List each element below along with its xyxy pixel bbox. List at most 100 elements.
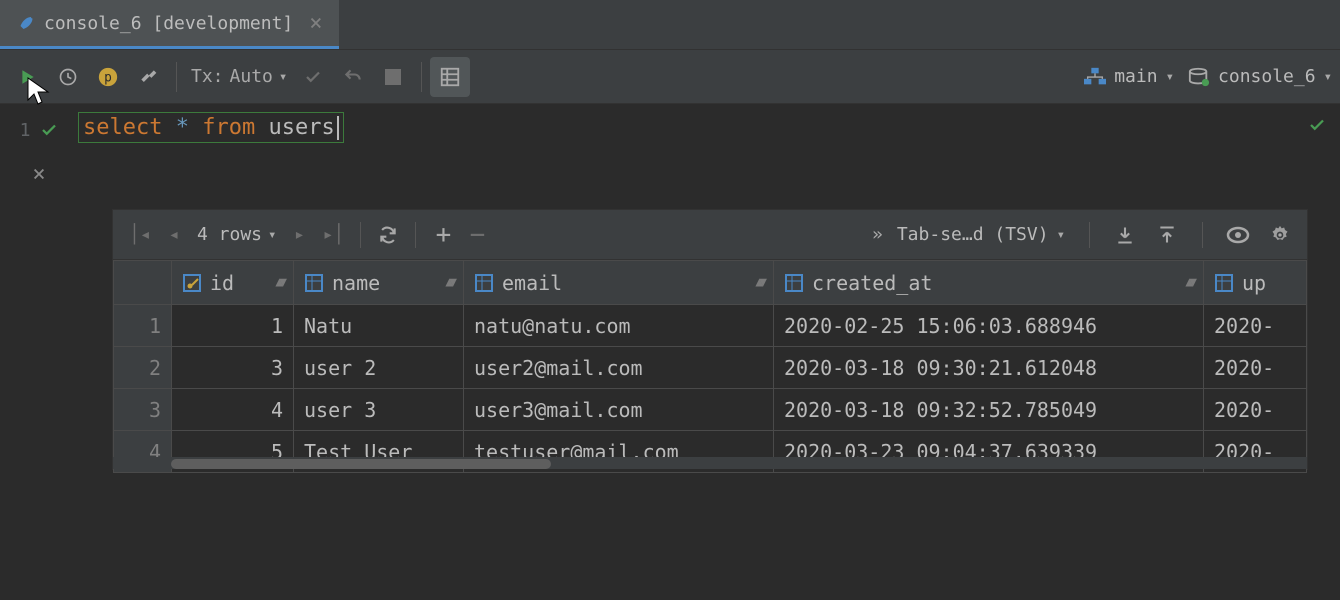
table-row[interactable]: 2 3 user 2 user2@mail.com 2020-03-18 09:… — [114, 347, 1307, 389]
close-result-icon[interactable]: × — [32, 162, 45, 187]
column-label: name — [332, 271, 380, 295]
line-number: 1 — [20, 120, 31, 141]
sort-icon: ▲▼ — [445, 275, 453, 290]
explain-plan-button[interactable]: p — [88, 57, 128, 97]
database-icon — [1188, 67, 1210, 87]
download-button[interactable] — [1108, 215, 1142, 255]
last-page-button[interactable]: ▸│ — [316, 215, 350, 255]
code-area[interactable]: select * from users — [78, 104, 1340, 143]
upload-button[interactable] — [1150, 215, 1184, 255]
remove-row-button[interactable]: − — [460, 215, 494, 255]
scrollbar-thumb[interactable] — [171, 459, 551, 469]
svg-text:p: p — [104, 70, 112, 85]
cell-id[interactable]: 4 — [172, 389, 294, 431]
file-tab-console[interactable]: console_6 [development] × — [0, 0, 339, 49]
row-number: 2 — [114, 347, 172, 389]
column-header-created-at[interactable]: created_at ▲▼ — [774, 261, 1204, 305]
cell-name[interactable]: Natu — [294, 305, 464, 347]
sql-statement[interactable]: select * from users — [78, 112, 344, 143]
text-caret — [337, 116, 339, 140]
check-icon — [40, 121, 58, 139]
cell-id[interactable]: 3 — [172, 347, 294, 389]
column-label: id — [210, 271, 234, 295]
run-button[interactable] — [8, 57, 48, 97]
row-number: 1 — [114, 305, 172, 347]
chevron-down-icon: ▾ — [1057, 227, 1065, 243]
sort-icon: ▲▼ — [275, 275, 283, 290]
separator — [1089, 222, 1090, 248]
column-icon — [1214, 273, 1234, 293]
schema-icon — [1084, 67, 1106, 87]
next-page-button[interactable]: ▸ — [282, 215, 316, 255]
table-row[interactable]: 3 4 user 3 user3@mail.com 2020-03-18 09:… — [114, 389, 1307, 431]
expand-icon[interactable]: » — [872, 215, 883, 255]
cell-created[interactable]: 2020-03-18 09:30:21.612048 — [774, 347, 1204, 389]
settings-button[interactable] — [128, 57, 168, 97]
column-label: up — [1242, 271, 1266, 295]
table-row[interactable]: 1 1 Natu natu@natu.com 2020-02-25 15:06:… — [114, 305, 1307, 347]
row-count-selector[interactable]: 4 rows ▾ — [191, 224, 282, 245]
key-column-icon — [182, 273, 202, 293]
table-header-row: id ▲▼ name ▲▼ email ▲▼ — [114, 261, 1307, 305]
tx-value: Auto — [230, 66, 273, 87]
view-button[interactable] — [1221, 215, 1255, 255]
star-token: * — [176, 115, 203, 140]
commit-button[interactable] — [293, 57, 333, 97]
cell-email[interactable]: user3@mail.com — [464, 389, 774, 431]
cell-email[interactable]: natu@natu.com — [464, 305, 774, 347]
close-icon[interactable]: × — [303, 11, 322, 36]
column-icon — [474, 273, 494, 293]
inspection-ok-icon[interactable] — [1308, 116, 1326, 134]
rollback-button[interactable] — [333, 57, 373, 97]
cell-updated[interactable]: 2020- — [1204, 347, 1307, 389]
result-toolbar: │◂ ◂ 4 rows ▾ ▸ ▸│ + − » Tab-se…d (TSV) … — [113, 210, 1307, 260]
column-icon — [304, 273, 324, 293]
column-header-id[interactable]: id ▲▼ — [172, 261, 294, 305]
column-label: email — [502, 271, 562, 295]
toolbar-right: main ▾ console_6 ▾ — [1084, 66, 1332, 87]
tx-mode-selector[interactable]: Tx: Auto ▾ — [185, 66, 293, 87]
cell-email[interactable]: user2@mail.com — [464, 347, 774, 389]
cell-created[interactable]: 2020-03-18 09:32:52.785049 — [774, 389, 1204, 431]
editor-gutter: 1 × — [0, 104, 78, 187]
session-selector[interactable]: console_6 ▾ — [1188, 66, 1332, 87]
table-name: users — [268, 115, 334, 140]
column-header-name[interactable]: name ▲▼ — [294, 261, 464, 305]
history-button[interactable] — [48, 57, 88, 97]
export-label: Tab-se…d (TSV) — [897, 224, 1049, 245]
column-header-updated-at[interactable]: up — [1204, 261, 1307, 305]
tx-prefix: Tx: — [191, 66, 224, 87]
schema-selector[interactable]: main ▾ — [1084, 66, 1174, 87]
horizontal-scrollbar[interactable] — [113, 457, 1307, 469]
session-label: console_6 — [1218, 66, 1316, 87]
column-header-email[interactable]: email ▲▼ — [464, 261, 774, 305]
cell-name[interactable]: user 2 — [294, 347, 464, 389]
cell-updated[interactable]: 2020- — [1204, 389, 1307, 431]
first-page-button[interactable]: │◂ — [123, 215, 157, 255]
sql-editor: 1 × select * from users — [0, 104, 1340, 187]
add-row-button[interactable]: + — [426, 215, 460, 255]
sort-icon: ▲▼ — [755, 275, 763, 290]
result-panel: │◂ ◂ 4 rows ▾ ▸ ▸│ + − » Tab-se…d (TSV) … — [112, 209, 1308, 470]
cell-updated[interactable]: 2020- — [1204, 305, 1307, 347]
view-as-table-button[interactable] — [430, 57, 470, 97]
chevron-down-icon: ▾ — [279, 69, 287, 85]
rownum-header — [114, 261, 172, 305]
cancel-button[interactable] — [373, 57, 413, 97]
feather-icon — [16, 14, 34, 32]
result-table: id ▲▼ name ▲▼ email ▲▼ — [113, 260, 1307, 473]
rows-label: 4 rows — [197, 224, 262, 245]
cell-id[interactable]: 1 — [172, 305, 294, 347]
separator — [176, 62, 177, 92]
result-toolbar-right: » Tab-se…d (TSV) ▾ — [872, 215, 1297, 255]
reload-button[interactable] — [371, 215, 405, 255]
column-icon — [784, 273, 804, 293]
separator — [360, 222, 361, 248]
export-format-selector[interactable]: Tab-se…d (TSV) ▾ — [891, 224, 1071, 245]
table-settings-button[interactable] — [1263, 215, 1297, 255]
prev-page-button[interactable]: ◂ — [157, 215, 191, 255]
cell-name[interactable]: user 3 — [294, 389, 464, 431]
keyword-select: select — [83, 115, 162, 140]
file-tab-label: console_6 [development] — [44, 13, 293, 34]
cell-created[interactable]: 2020-02-25 15:06:03.688946 — [774, 305, 1204, 347]
